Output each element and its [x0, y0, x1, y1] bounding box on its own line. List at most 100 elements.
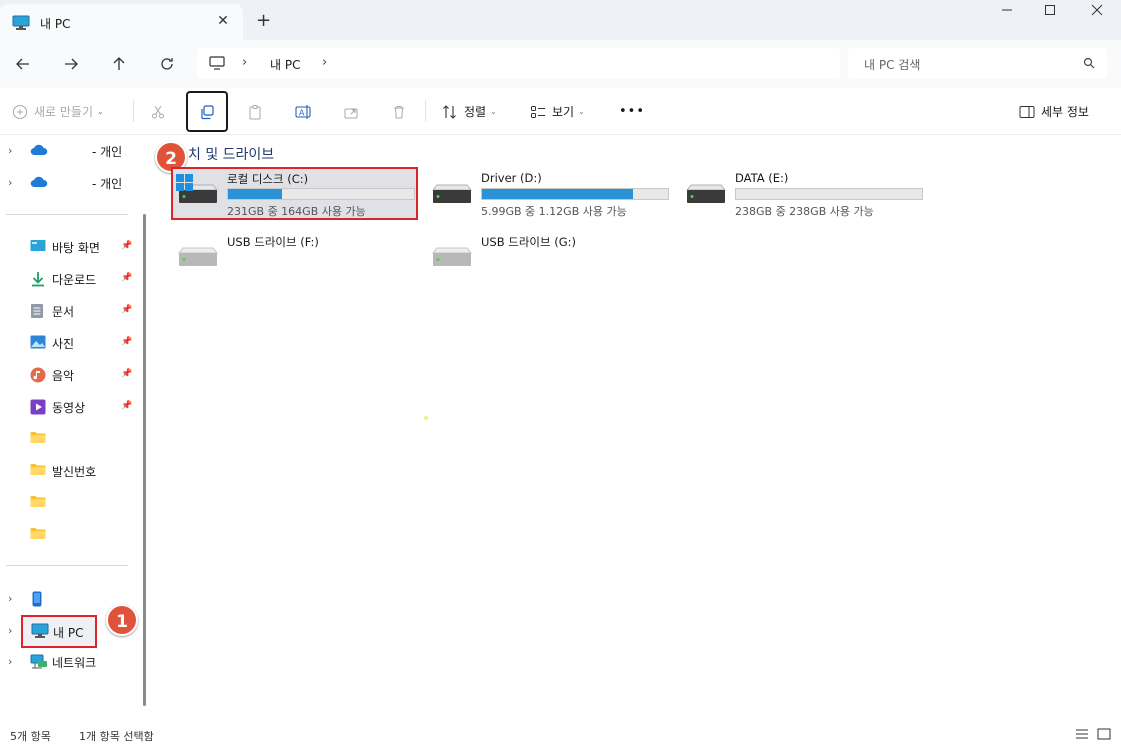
drive-usage-fill: [482, 189, 633, 199]
maximize-button[interactable]: [1027, 4, 1073, 28]
sidebar-item-my-pc[interactable]: 내 PC: [21, 615, 97, 648]
close-window-button[interactable]: [1074, 4, 1120, 28]
minimize-button[interactable]: [984, 4, 1030, 28]
close-tab-icon[interactable]: ✕: [214, 12, 232, 30]
sidebar-item-folder[interactable]: [0, 521, 140, 549]
hard-drive-icon: [431, 184, 473, 207]
details-pane-button[interactable]: 세부 정보: [1019, 88, 1089, 135]
sidebar-item-label: - 개인: [92, 145, 123, 159]
drive-free-space: 231GB 중 164GB 사용 가능: [227, 205, 366, 218]
drive-usage-bar: [735, 188, 923, 200]
sidebar-item-folder[interactable]: 발신번호: [0, 457, 140, 485]
sidebar-item-onedrive-1[interactable]: › - 개인: [0, 137, 140, 165]
sidebar-item-onedrive-2[interactable]: › - 개인: [0, 169, 140, 197]
new-button[interactable]: 새로 만들기 ⌄: [12, 88, 104, 135]
cut-button[interactable]: [150, 88, 166, 135]
pin-icon: 📌: [121, 369, 133, 379]
new-tab-button[interactable]: +: [256, 12, 271, 30]
share-icon: [344, 108, 358, 118]
rename-button[interactable]: A: [295, 88, 313, 135]
command-bar: 새로 만들기 ⌄ A 정렬 ⌄ 보기 ⌄ ••• 세부 정보: [0, 88, 1121, 135]
copy-icon: [201, 104, 214, 119]
tab-my-pc[interactable]: 내 PC ✕: [0, 4, 243, 40]
address-bar[interactable]: › 내 PC ›: [197, 48, 840, 79]
back-arrow-icon[interactable]: [12, 53, 34, 75]
sidebar-item-label: - 개인: [92, 177, 123, 191]
search-icon: [1083, 57, 1095, 72]
tiles-view-icon[interactable]: [1097, 728, 1111, 743]
share-button[interactable]: [343, 88, 359, 135]
sidebar-item-label: 네트워크: [52, 656, 97, 670]
drive-f[interactable]: USB 드라이브 (F:): [171, 231, 411, 281]
status-bar: 5개 항목 1개 항목 선택함: [0, 724, 1121, 745]
sidebar-item-videos[interactable]: 동영상 📌: [0, 393, 140, 421]
drive-name: USB 드라이브 (F:): [227, 235, 319, 249]
delete-button[interactable]: [391, 88, 407, 135]
drive-name: DATA (E:): [735, 171, 789, 185]
chevron-right-icon[interactable]: ›: [8, 655, 12, 668]
sidebar-item-pictures[interactable]: 사진 📌: [0, 329, 140, 357]
drive-d[interactable]: Driver (D:) 5.99GB 중 1.12GB 사용 가능: [425, 168, 669, 218]
view-button[interactable]: 보기 ⌄: [530, 88, 585, 135]
usb-drive-icon: [431, 247, 473, 270]
windows-logo-icon: [176, 174, 194, 195]
scissors-icon: [152, 105, 164, 118]
separator: [133, 100, 134, 122]
pin-icon: 📌: [121, 273, 133, 283]
group-header-devices-drives: 치 및 드라이브: [188, 147, 275, 163]
folder-icon: [30, 431, 46, 447]
sidebar-item-folder[interactable]: [0, 489, 140, 517]
sidebar-item-music[interactable]: 음악 📌: [0, 361, 140, 389]
sidebar-item-label: 발신번호: [52, 465, 97, 479]
chevron-right-icon[interactable]: ›: [242, 55, 247, 70]
cloud-icon: [30, 143, 48, 160]
cursor-highlight-dot: [424, 416, 428, 420]
copy-button[interactable]: [199, 88, 215, 135]
drive-usage-fill: [228, 189, 282, 199]
rename-icon: A: [295, 104, 311, 119]
sort-button[interactable]: 정렬 ⌄: [442, 88, 497, 135]
usb-drive-icon: [177, 247, 219, 270]
chevron-right-icon[interactable]: ›: [8, 624, 12, 637]
videos-icon: [30, 399, 46, 418]
sidebar-item-documents[interactable]: 문서 📌: [0, 297, 140, 325]
drive-c[interactable]: 로컬 디스크 (C:) 231GB 중 164GB 사용 가능: [171, 168, 415, 218]
chevron-right-icon[interactable]: ›: [8, 176, 12, 189]
sidebar-item-downloads[interactable]: 다운로드 📌: [0, 265, 140, 293]
plus-circle-icon: [13, 104, 27, 119]
sidebar-item-desktop[interactable]: 바탕 화면 📌: [0, 233, 140, 261]
search-placeholder: 내 PC 검색: [864, 58, 921, 72]
more-options-button[interactable]: •••: [619, 88, 645, 135]
drive-name: 로컬 디스크 (C:): [227, 172, 309, 186]
pictures-icon: [30, 335, 46, 352]
search-input[interactable]: 내 PC 검색: [848, 48, 1107, 79]
folder-icon: [30, 463, 46, 479]
music-icon: [30, 367, 46, 386]
breadcrumb-my-pc[interactable]: 내 PC: [270, 56, 300, 73]
details-label: 세부 정보: [1041, 105, 1089, 119]
chevron-down-icon: ⌄: [490, 107, 497, 116]
sidebar-item-label: 문서: [52, 305, 75, 319]
sidebar-item-label: 내 PC: [53, 626, 84, 640]
drive-usage-bar: [481, 188, 669, 200]
up-arrow-icon[interactable]: [108, 53, 130, 75]
details-pane-icon: [1019, 105, 1035, 118]
drive-e[interactable]: DATA (E:) 238GB 중 238GB 사용 가능: [679, 168, 923, 218]
status-item-count: 5개 항목: [10, 730, 51, 743]
paste-button[interactable]: [247, 88, 263, 135]
chevron-right-icon[interactable]: ›: [8, 144, 12, 157]
status-selection: 1개 항목 선택함: [79, 730, 154, 743]
sidebar-item-folder[interactable]: [0, 425, 140, 453]
pin-icon: 📌: [121, 305, 133, 315]
drive-g[interactable]: USB 드라이브 (G:): [425, 231, 665, 281]
trash-icon: [394, 105, 404, 118]
sidebar-item-network[interactable]: › 네트워크: [0, 648, 140, 676]
sidebar-scrollbar[interactable]: [143, 214, 146, 706]
chevron-right-icon[interactable]: ›: [8, 592, 12, 605]
forward-arrow-icon[interactable]: [60, 53, 82, 75]
chevron-right-icon[interactable]: ›: [322, 55, 327, 70]
download-icon: [30, 271, 46, 290]
details-view-icon[interactable]: [1075, 728, 1089, 743]
refresh-icon[interactable]: [156, 53, 178, 75]
step-badge-1: 1: [106, 604, 138, 636]
